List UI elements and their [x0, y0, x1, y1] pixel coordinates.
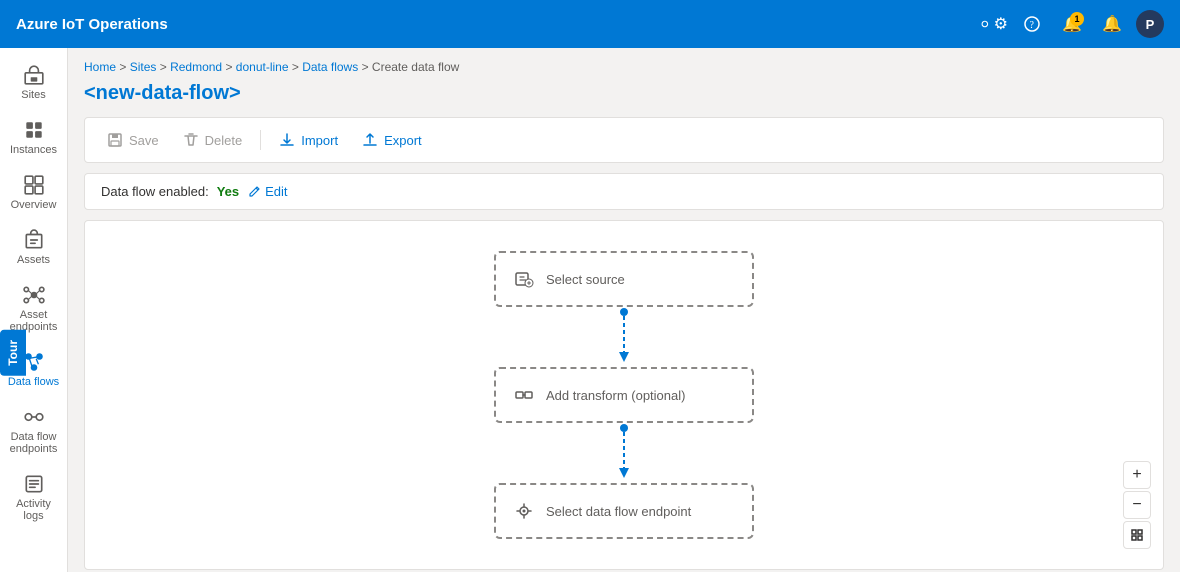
svg-text:?: ? — [1030, 20, 1035, 31]
source-node[interactable]: Select source — [494, 251, 754, 307]
enabled-value: Yes — [217, 184, 239, 199]
breadcrumb-redmond[interactable]: Redmond — [170, 60, 222, 74]
settings-button[interactable]: ⚙ — [976, 8, 1008, 40]
zoom-controls: + − — [1123, 461, 1151, 549]
zoom-reset-button[interactable] — [1123, 521, 1151, 549]
app-title: Azure IoT Operations — [16, 16, 976, 33]
sites-icon — [23, 64, 45, 86]
sidebar: Sites Instances Overview — [0, 48, 68, 572]
overview-icon — [23, 174, 45, 196]
sidebar-item-assets[interactable]: Assets — [3, 221, 65, 274]
topbar-icons: ⚙ ? 🔔 1 🔔 P — [976, 8, 1164, 40]
zoom-out-button[interactable]: − — [1123, 491, 1151, 519]
user-avatar[interactable]: P — [1136, 10, 1164, 38]
transform-node[interactable]: Add transform (optional) — [494, 367, 754, 423]
delete-button[interactable]: Delete — [173, 126, 253, 154]
endpoint-node-label: Select data flow endpoint — [546, 504, 691, 519]
export-button[interactable]: Export — [352, 126, 432, 154]
save-button[interactable]: Save — [97, 126, 169, 154]
alerts-button[interactable]: 🔔 — [1096, 8, 1128, 40]
sidebar-label-assets: Assets — [17, 254, 50, 266]
notification-badge: 1 — [1070, 12, 1084, 26]
source-node-icon — [512, 267, 536, 291]
zoom-in-button[interactable]: + — [1123, 461, 1151, 489]
bell-icon: 🔔 — [1102, 14, 1122, 34]
assets-icon — [23, 229, 45, 251]
toolbar: Save Delete Import — [84, 117, 1164, 163]
sidebar-label-instances: Instances — [10, 144, 57, 156]
connector-1 — [614, 307, 634, 367]
breadcrumb-donut-line[interactable]: donut-line — [236, 60, 289, 74]
page-title: <new-data-flow> — [84, 82, 1164, 105]
connector-svg-1 — [614, 307, 634, 367]
main-content: Home > Sites > Redmond > donut-line > Da… — [68, 48, 1180, 572]
edit-label: Edit — [265, 184, 287, 199]
connector-svg-2 — [614, 423, 634, 483]
sidebar-item-sites[interactable]: Sites — [3, 56, 65, 109]
sidebar-label-data-flow-endpoints: Data flow endpoints — [7, 431, 61, 455]
topbar: Azure IoT Operations ⚙ ? 🔔 1 🔔 P — [0, 0, 1180, 48]
breadcrumb: Home > Sites > Redmond > donut-line > Da… — [84, 60, 1164, 74]
app-body: Sites Instances Overview — [0, 48, 1180, 572]
transform-node-label: Add transform (optional) — [546, 388, 685, 403]
import-label: Import — [301, 133, 338, 148]
data-flow-endpoints-icon — [23, 406, 45, 428]
toolbar-sep-1 — [260, 130, 261, 150]
export-label: Export — [384, 133, 422, 148]
connector-2 — [614, 423, 634, 483]
sidebar-label-data-flows: Data flows — [8, 376, 59, 388]
save-icon — [107, 132, 123, 148]
endpoint-node-icon — [512, 499, 536, 523]
breadcrumb-current: Create data flow — [372, 60, 459, 74]
breadcrumb-data-flows[interactable]: Data flows — [302, 60, 358, 74]
tour-button[interactable]: Tour — [0, 330, 26, 376]
endpoint-node[interactable]: Select data flow endpoint — [494, 483, 754, 539]
notifications-button[interactable]: 🔔 1 — [1056, 8, 1088, 40]
import-icon — [279, 132, 295, 148]
sidebar-item-data-flow-endpoints[interactable]: Data flow endpoints — [3, 398, 65, 463]
edit-button[interactable]: Edit — [247, 184, 287, 199]
help-button[interactable]: ? — [1016, 8, 1048, 40]
enabled-label: Data flow enabled: — [101, 184, 209, 199]
delete-label: Delete — [205, 133, 243, 148]
sidebar-item-overview[interactable]: Overview — [3, 166, 65, 219]
delete-icon — [183, 132, 199, 148]
enabled-bar: Data flow enabled: Yes Edit — [84, 173, 1164, 210]
source-node-label: Select source — [546, 272, 625, 287]
sidebar-item-instances[interactable]: Instances — [3, 111, 65, 164]
export-icon — [362, 132, 378, 148]
flow-container: Select source — [85, 221, 1163, 569]
asset-endpoints-icon — [23, 284, 45, 306]
sidebar-label-sites: Sites — [21, 89, 45, 101]
sidebar-item-activity-logs[interactable]: Activity logs — [3, 465, 65, 530]
flow-canvas: Select source — [84, 220, 1164, 570]
edit-icon — [247, 185, 261, 199]
import-button[interactable]: Import — [269, 126, 348, 154]
fit-view-icon — [1130, 528, 1144, 542]
save-label: Save — [129, 133, 159, 148]
breadcrumb-home[interactable]: Home — [84, 60, 116, 74]
sidebar-label-activity-logs: Activity logs — [7, 498, 61, 522]
sidebar-label-overview: Overview — [11, 199, 57, 211]
activity-logs-icon — [23, 473, 45, 495]
breadcrumb-sites[interactable]: Sites — [130, 60, 157, 74]
transform-node-icon — [512, 383, 536, 407]
instances-icon — [23, 119, 45, 141]
